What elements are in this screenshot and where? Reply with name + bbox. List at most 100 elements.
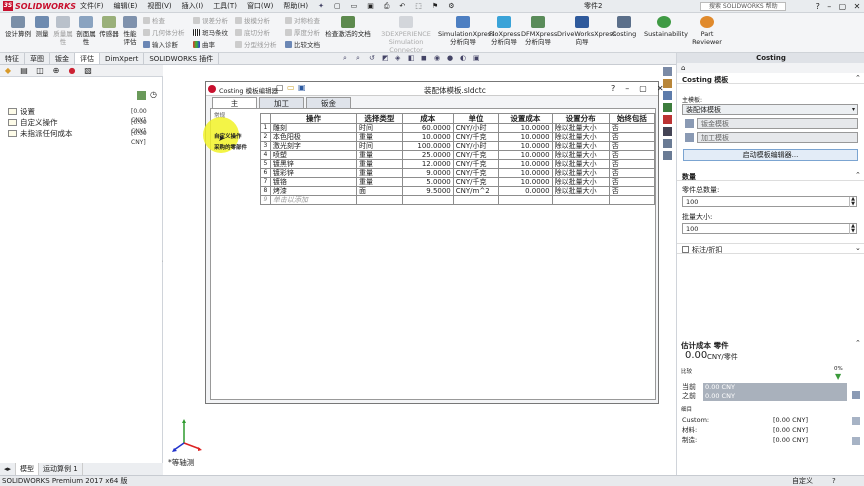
col-always-include[interactable]: 始终包括	[608, 113, 656, 124]
tab-addins[interactable]: SOLIDWORKS 插件	[144, 53, 220, 64]
section-view-icon[interactable]: ◩	[382, 54, 391, 63]
unit-cell[interactable]: CNY/千克	[452, 177, 500, 187]
cost-cell[interactable]: 10.0000	[401, 132, 454, 142]
distribution-cell[interactable]: 除以批量大小	[551, 168, 610, 178]
history-icon[interactable]: ◷	[150, 90, 157, 99]
menu-edit[interactable]: 编辑(E)	[114, 1, 138, 12]
table-row[interactable]: 5 镀黑锌 重量 12.0000 CNY/千克 10.0000 除以批量大小否	[260, 159, 656, 169]
costing-tab-icon[interactable]	[663, 139, 672, 148]
operation-cell[interactable]: 喷塑	[269, 150, 358, 160]
always-include-cell[interactable]: 否	[608, 186, 656, 196]
cost-cell[interactable]: 25.0000	[401, 150, 454, 160]
mass-properties-button[interactable]: 质量属性	[52, 16, 74, 46]
solidworks-logo[interactable]: 3S SOLIDWORKS	[3, 1, 76, 12]
sensor-button[interactable]: 传感器	[98, 16, 120, 38]
select-type-cell[interactable]: 时间	[356, 141, 403, 151]
design-study-button[interactable]: 设计算例	[3, 16, 33, 38]
nav-purchased-components[interactable]: 采购的零部件	[214, 145, 256, 152]
cam-manager-icon[interactable]: ▧	[80, 65, 96, 77]
menu-insert[interactable]: 插入(I)	[182, 1, 204, 12]
tab-sketch[interactable]: 草图	[25, 53, 50, 64]
operation-cell[interactable]: 镀铬	[269, 177, 358, 187]
table-row[interactable]: 4 喷塑 重量 25.0000 CNY/千克 10.0000 除以批量大小否	[260, 150, 656, 160]
operation-cell[interactable]: 激光刻字	[269, 141, 358, 151]
always-include-cell[interactable]: 否	[608, 150, 656, 160]
unit-cell[interactable]: CNY/小时	[452, 123, 500, 133]
forum-icon[interactable]	[663, 151, 672, 160]
dynamic-annot-icon[interactable]: ◈	[395, 54, 404, 63]
distribution-cell[interactable]: 除以批量大小	[551, 141, 610, 151]
launch-template-editor-button[interactable]: 启动模板编辑器...	[683, 149, 858, 161]
help-search-input[interactable]: 搜索 SOLIDWORKS 帮助	[700, 2, 786, 11]
total-parts-input[interactable]: ▲ ▼ 100	[682, 196, 857, 207]
edit-appearance-icon[interactable]: ●	[447, 54, 456, 63]
distribution-cell[interactable]: 除以批量大小	[551, 132, 610, 142]
setup-cost-cell[interactable]: 0.0000	[498, 186, 553, 196]
simulationxpress-button[interactable]: SimulationXpress 分析向导	[438, 16, 495, 46]
col-setup-cost[interactable]: 设置成本	[498, 113, 553, 124]
quick-save-icon[interactable]: ▣	[367, 1, 374, 12]
scene-icon[interactable]: ◐	[460, 54, 469, 63]
property-manager-icon[interactable]: ▤	[16, 65, 32, 77]
table-row[interactable]: 1 雕刻 时间 60.0000 CNY/小时 10.0000 除以批量大小否	[260, 123, 656, 133]
menu-help[interactable]: 帮助(H)	[283, 1, 308, 12]
setup-cost-cell[interactable]: 10.0000	[498, 159, 553, 169]
tree-item-custom-ops[interactable]: 自定义操作	[8, 118, 58, 127]
tab-model[interactable]: 模型	[16, 463, 40, 475]
col-setup-distribution[interactable]: 设置分布	[551, 113, 610, 124]
resources-icon[interactable]	[663, 67, 672, 76]
cost-cell[interactable]: 5.0000	[401, 177, 454, 187]
operation-cell[interactable]: 烤漆	[269, 186, 358, 196]
costing-button[interactable]: Costing	[610, 16, 638, 38]
table-row[interactable]: 3 激光刻字 时间 100.0000 CNY/小时 10.0000 除以批量大小否	[260, 141, 656, 151]
dialog-title-bar[interactable]: Costing 模板编辑器 ▢ ▭ ▣ 装配体模板.sldctc ? – ▢ ✕	[206, 82, 664, 96]
display-style-icon[interactable]: ◼	[421, 54, 430, 63]
select-type-cell[interactable]: 时间	[356, 123, 403, 133]
chart-icon[interactable]	[852, 437, 860, 445]
thickness-analysis-button[interactable]: 厚度分析	[285, 28, 320, 38]
col-unit[interactable]: 单位	[452, 113, 500, 124]
setup-cost-cell[interactable]: 10.0000	[498, 132, 553, 142]
add-row[interactable]: 9 单击以添加	[260, 195, 656, 205]
setup-cost-cell[interactable]: 10.0000	[498, 123, 553, 133]
tab-dimxpert[interactable]: DimXpert	[100, 53, 145, 64]
curvature-button[interactable]: 曲率	[193, 40, 215, 50]
select-type-cell[interactable]: 面	[356, 186, 403, 196]
deviation-analysis-button[interactable]: 误差分析	[193, 16, 228, 26]
machining-template-select[interactable]: 加工模板	[697, 132, 858, 143]
pin-icon[interactable]: ✦	[318, 1, 324, 12]
collapse-icon[interactable]: ⌃	[855, 171, 861, 179]
tab-features[interactable]: 特征	[0, 53, 25, 64]
setup-cost-cell[interactable]: 10.0000	[498, 168, 553, 178]
previous-view-icon[interactable]: ↺	[369, 54, 378, 63]
distribution-cell[interactable]: 除以批量大小	[551, 123, 610, 133]
unit-cell[interactable]: CNY/千克	[452, 159, 500, 169]
add-row-label[interactable]: 单击以添加	[269, 195, 358, 205]
quick-open-icon[interactable]: ▭	[351, 1, 358, 12]
select-type-cell[interactable]: 重量	[356, 168, 403, 178]
col-operation[interactable]: 操作	[269, 113, 358, 124]
sheet-metal-template-select[interactable]: 钣金模板	[697, 118, 858, 129]
main-template-select[interactable]: 装配体模板 ▾	[682, 104, 858, 115]
table-row[interactable]: 8 烤漆面 9.5000 CNY/m^2 0.0000 除以批量大小否	[260, 186, 656, 196]
nav-arrows-icon[interactable]: ◂▸	[0, 463, 17, 475]
tab-machining[interactable]: 加工	[259, 97, 304, 108]
cost-cell[interactable]: 9.0000	[401, 168, 454, 178]
measure-button[interactable]: 测量	[34, 16, 50, 38]
part-reviewer-button[interactable]: Part Reviewer	[692, 16, 722, 46]
zoom-fit-icon[interactable]: ⌕	[343, 54, 352, 63]
always-include-cell[interactable]: 否	[608, 141, 656, 151]
check-button[interactable]: 检查	[143, 16, 165, 26]
tab-main[interactable]: 主	[212, 97, 257, 108]
help-icon[interactable]: ?	[816, 0, 820, 13]
maximize-icon[interactable]: ▢	[639, 83, 647, 95]
help-icon[interactable]: ?	[611, 83, 615, 95]
chart-icon[interactable]	[852, 417, 860, 425]
maximize-icon[interactable]: ▢	[839, 0, 847, 13]
custom-properties-icon[interactable]	[663, 127, 672, 136]
cost-cell[interactable]: 12.0000	[401, 159, 454, 169]
operation-cell[interactable]: 镀彩锌	[269, 168, 358, 178]
3dexperience-button[interactable]: 3DEXPERIENCE Simulation Connector	[376, 16, 436, 54]
draft-analysis-button[interactable]: 拔模分析	[235, 16, 270, 26]
always-include-cell[interactable]: 否	[608, 132, 656, 142]
